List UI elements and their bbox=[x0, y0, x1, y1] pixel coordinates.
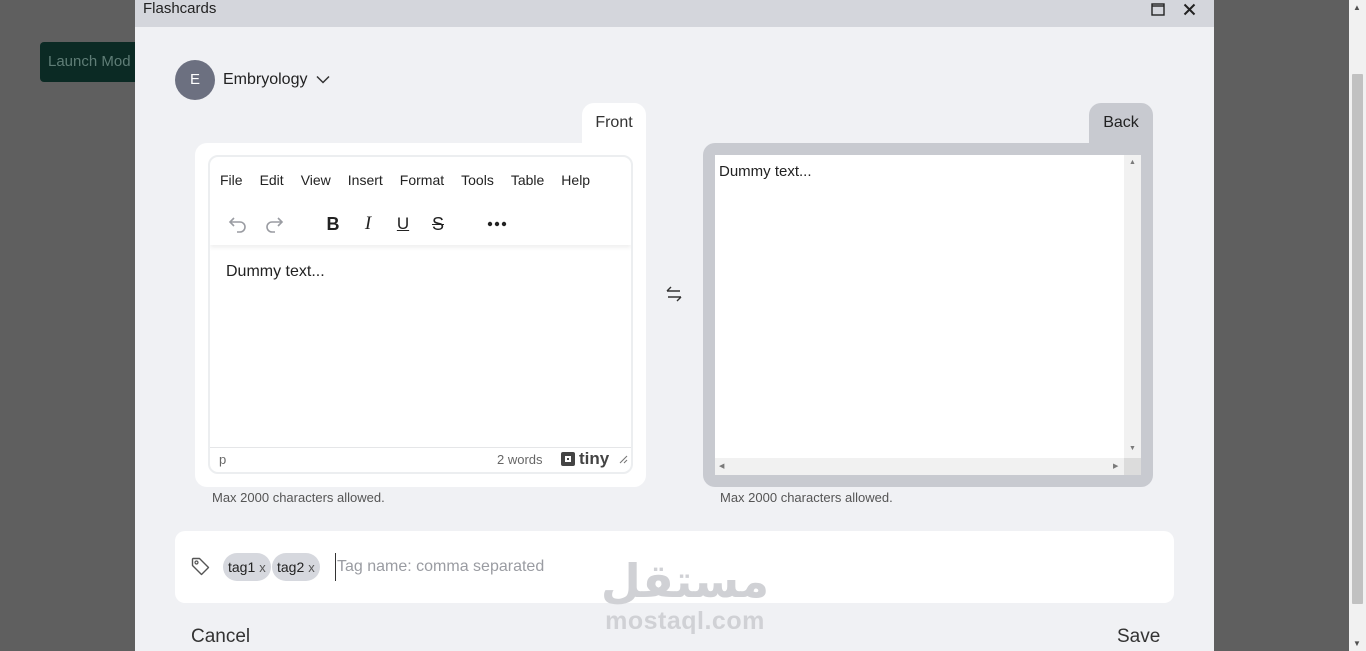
scroll-up-icon[interactable]: ▲ bbox=[1353, 3, 1361, 12]
menu-view[interactable]: View bbox=[301, 170, 331, 190]
launch-modal-button: Launch Mod bbox=[40, 42, 150, 82]
menu-table[interactable]: Table bbox=[511, 170, 544, 190]
back-horizontal-scrollbar[interactable]: ◀ ▶ bbox=[715, 458, 1124, 475]
tag-chip: tag2 x bbox=[272, 553, 320, 581]
tiny-logo-icon bbox=[561, 452, 575, 466]
menu-file[interactable]: File bbox=[220, 170, 243, 190]
save-button[interactable]: Save bbox=[1117, 626, 1160, 648]
front-rich-text-editor[interactable]: File Edit View Insert Format Tools Table… bbox=[208, 155, 633, 474]
tags-bar: tag1 x tag2 x bbox=[175, 531, 1174, 603]
bold-icon[interactable]: B bbox=[320, 211, 346, 237]
redo-icon[interactable] bbox=[261, 211, 287, 237]
tag-label: tag1 bbox=[228, 559, 256, 575]
back-content[interactable]: Dummy text... bbox=[719, 163, 812, 180]
watermark-latin: mostaql.com bbox=[605, 607, 765, 635]
scroll-left-icon[interactable]: ◀ bbox=[719, 462, 724, 470]
editor-toolbar: B I U S bbox=[210, 203, 631, 245]
tag-remove-button[interactable]: x bbox=[308, 560, 315, 575]
menu-format[interactable]: Format bbox=[400, 170, 444, 190]
tag-icon bbox=[191, 557, 210, 581]
page-scrollbar-thumb[interactable] bbox=[1352, 74, 1363, 604]
chevron-down-icon[interactable] bbox=[316, 75, 331, 84]
front-card: File Edit View Insert Format Tools Table… bbox=[195, 143, 646, 487]
deck-name: Embryology bbox=[223, 70, 308, 88]
front-content[interactable]: Dummy text... bbox=[226, 263, 325, 281]
back-card: Dummy text... ▲ ▼ ◀ ▶ bbox=[703, 143, 1153, 487]
swap-icon[interactable] bbox=[665, 285, 683, 308]
modal-title: Flashcards bbox=[143, 0, 217, 17]
back-textarea[interactable]: Dummy text... ▲ ▼ ◀ ▶ bbox=[715, 155, 1141, 475]
editor-menubar: File Edit View Insert Format Tools Table… bbox=[210, 157, 631, 203]
menu-edit[interactable]: Edit bbox=[260, 170, 284, 190]
deck-avatar: E bbox=[175, 59, 215, 100]
scroll-up-icon[interactable]: ▲ bbox=[1129, 159, 1136, 166]
front-char-limit: Max 2000 characters allowed. bbox=[212, 490, 385, 505]
cancel-button[interactable]: Cancel bbox=[191, 626, 250, 648]
scroll-right-icon[interactable]: ▶ bbox=[1113, 462, 1118, 470]
tag-label: tag2 bbox=[277, 559, 305, 575]
scrollbar-corner bbox=[1124, 458, 1141, 475]
tag-remove-button[interactable]: x bbox=[259, 560, 266, 575]
close-icon[interactable] bbox=[1179, 0, 1199, 18]
maximize-icon[interactable] bbox=[1148, 0, 1168, 18]
page-scrollbar[interactable]: ▲ ▼ bbox=[1349, 0, 1366, 651]
more-icon[interactable] bbox=[484, 211, 510, 237]
scroll-down-icon[interactable]: ▼ bbox=[1129, 445, 1136, 452]
deck-selector[interactable]: E Embryology bbox=[175, 59, 331, 100]
strikethrough-icon[interactable]: S bbox=[425, 211, 451, 237]
modal-header: Flashcards bbox=[135, 0, 1214, 27]
undo-icon[interactable] bbox=[225, 211, 251, 237]
back-vertical-scrollbar[interactable]: ▲ ▼ bbox=[1124, 155, 1141, 458]
underline-icon[interactable]: U bbox=[390, 211, 416, 237]
italic-icon[interactable]: I bbox=[355, 211, 381, 237]
back-char-limit: Max 2000 characters allowed. bbox=[720, 490, 893, 505]
scroll-down-icon[interactable]: ▼ bbox=[1353, 639, 1361, 648]
flashcards-modal: Flashcards E Embryology Front File Edit … bbox=[135, 0, 1214, 651]
menu-insert[interactable]: Insert bbox=[348, 170, 383, 190]
tiny-brand: tiny bbox=[579, 449, 610, 468]
tag-input[interactable] bbox=[335, 553, 835, 581]
element-path[interactable]: p bbox=[219, 452, 226, 467]
editor-statusbar: p 2 words tiny bbox=[210, 447, 631, 472]
tag-chip: tag1 x bbox=[223, 553, 271, 581]
tab-back[interactable]: Back bbox=[1089, 103, 1153, 145]
tiny-logo[interactable]: tiny bbox=[560, 449, 609, 469]
word-count[interactable]: 2 words bbox=[497, 452, 543, 467]
menu-help[interactable]: Help bbox=[561, 170, 590, 190]
tab-front[interactable]: Front bbox=[582, 103, 646, 145]
menu-tools[interactable]: Tools bbox=[461, 170, 494, 190]
resize-handle-icon[interactable] bbox=[619, 451, 628, 469]
